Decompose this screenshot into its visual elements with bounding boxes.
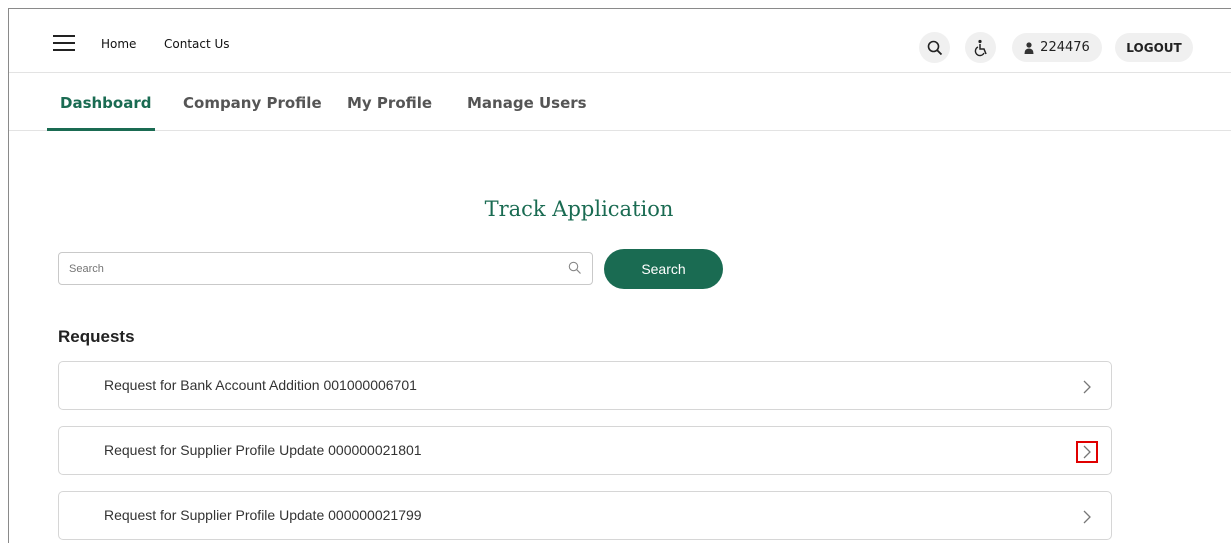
search-input[interactable]	[69, 262, 559, 275]
requests-heading: Requests	[58, 327, 135, 346]
logout-button[interactable]: LOGOUT	[1115, 33, 1193, 62]
request-item[interactable]: Request for Supplier Profile Update 0000…	[58, 426, 1112, 475]
top-bar: Home Contact Us 224476 LOGOUT	[9, 9, 1231, 73]
page-title: Track Application	[484, 197, 674, 221]
chevron-right-icon[interactable]	[1076, 441, 1098, 463]
chevron-right-icon[interactable]	[1076, 376, 1098, 398]
search-field-wrapper	[58, 252, 593, 285]
search-icon	[568, 261, 581, 274]
accessibility-icon	[974, 39, 987, 56]
contact-us-link[interactable]: Contact Us	[164, 37, 230, 51]
request-label: Request for Supplier Profile Update 0000…	[104, 507, 422, 523]
active-tab-indicator	[47, 128, 155, 131]
main-tabs: Dashboard Company Profile My Profile Man…	[9, 74, 1231, 131]
search-button[interactable]: Search	[604, 249, 723, 289]
tab-dashboard[interactable]: Dashboard	[60, 94, 151, 112]
tab-manage-users[interactable]: Manage Users	[467, 94, 587, 112]
app-frame: Home Contact Us 224476 LOGOUT Dashboard	[8, 8, 1231, 543]
accessibility-button[interactable]	[965, 32, 996, 63]
tab-company-profile[interactable]: Company Profile	[183, 94, 322, 112]
menu-icon[interactable]	[53, 35, 75, 51]
search-icon	[927, 40, 942, 55]
request-label: Request for Bank Account Addition 001000…	[104, 377, 417, 393]
chevron-right-icon[interactable]	[1076, 506, 1098, 528]
tab-my-profile[interactable]: My Profile	[347, 94, 432, 112]
home-link[interactable]: Home	[101, 37, 136, 51]
user-id: 224476	[1040, 40, 1090, 55]
request-item[interactable]: Request for Bank Account Addition 001000…	[58, 361, 1112, 410]
request-item[interactable]: Request for Supplier Profile Update 0000…	[58, 491, 1112, 540]
search-icon-button[interactable]	[919, 32, 950, 63]
user-account-button[interactable]: 224476	[1012, 33, 1102, 62]
request-label: Request for Supplier Profile Update 0000…	[104, 442, 422, 458]
user-icon	[1024, 41, 1034, 54]
